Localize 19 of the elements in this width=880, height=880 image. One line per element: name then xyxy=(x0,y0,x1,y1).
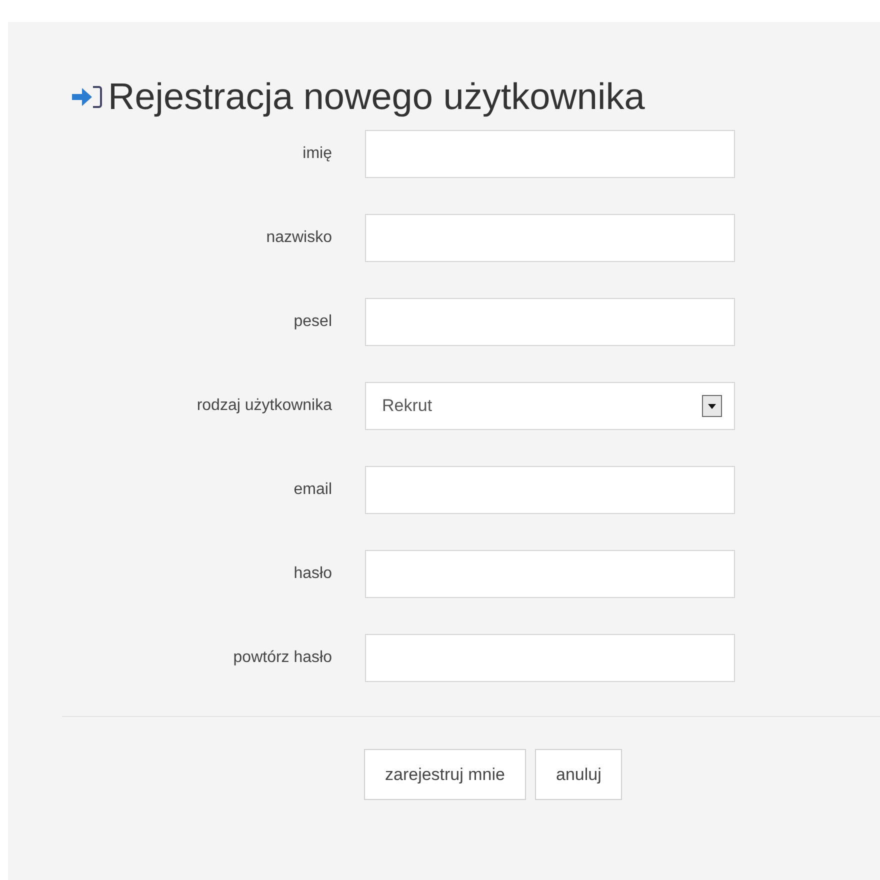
sign-in-icon xyxy=(70,84,104,110)
register-button[interactable]: zarejestruj mnie xyxy=(364,749,526,800)
input-field[interactable] xyxy=(365,298,735,346)
field-label: imię xyxy=(302,145,332,163)
field-label: hasło xyxy=(292,565,332,583)
select-field[interactable]: Rekrut xyxy=(365,382,735,430)
input-field[interactable] xyxy=(365,214,735,262)
page-title: Rejestracja nowego użytkownika xyxy=(108,76,645,118)
field-label: nazwisko xyxy=(265,229,332,247)
select-value: Rekrut xyxy=(382,396,432,416)
field-label: rodzaj użytkownika xyxy=(196,397,332,415)
input-field[interactable] xyxy=(365,550,735,598)
input-field[interactable] xyxy=(365,466,735,514)
field-label: email xyxy=(292,481,332,499)
field-label: powtórz hasło xyxy=(232,649,332,667)
input-field[interactable] xyxy=(365,130,735,178)
input-field[interactable] xyxy=(365,634,735,682)
cancel-button[interactable]: anuluj xyxy=(535,749,622,800)
field-label: pesel xyxy=(292,313,332,331)
